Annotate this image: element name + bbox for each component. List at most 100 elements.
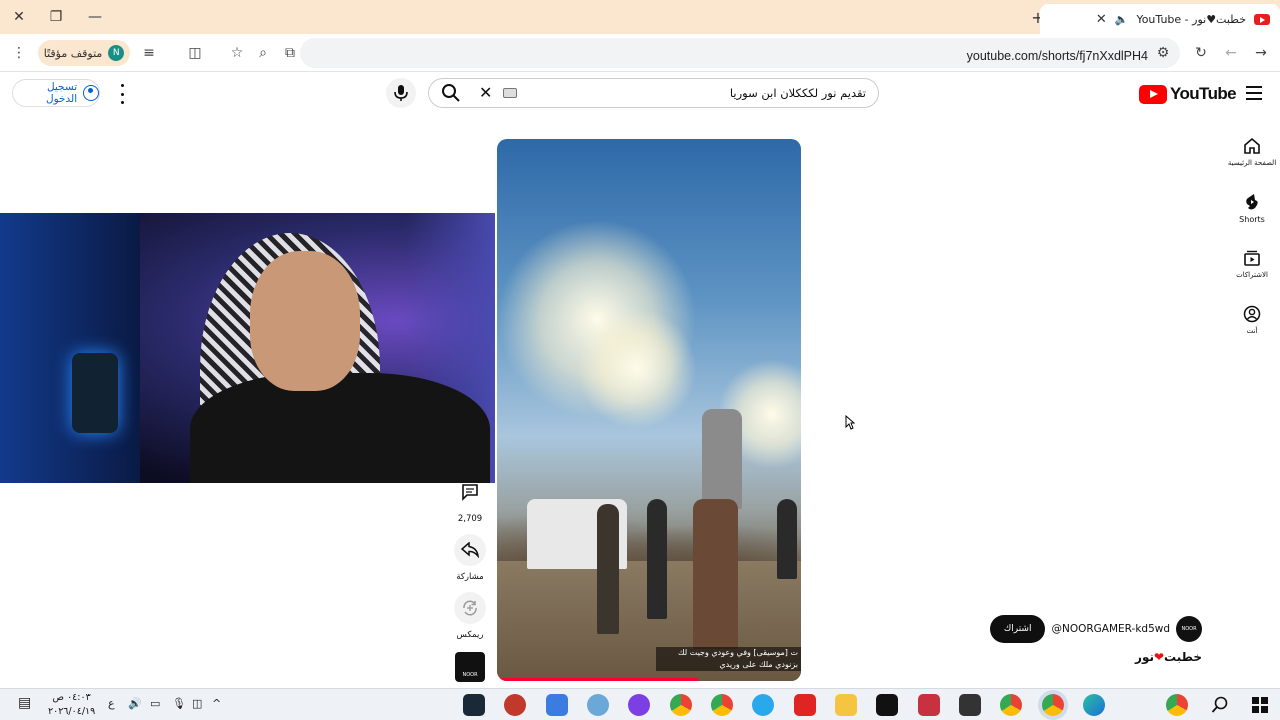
taskbar-search-icon[interactable] [1211,696,1229,714]
remix-label: ريمكس [456,630,484,640]
forward-icon[interactable]: ← [1220,42,1242,64]
tray-app-icon[interactable]: ◫ [192,697,202,710]
share-button[interactable] [454,534,486,566]
account-icon [83,85,99,101]
tiktok-app-icon[interactable] [876,694,898,716]
notifications-icon[interactable]: ▤ [18,695,31,711]
chrome-profile-3-icon[interactable] [1000,694,1022,716]
windows-start-icon[interactable] [1252,697,1268,713]
menu-kebab-icon[interactable]: ⋮ [8,42,30,64]
person [702,409,742,509]
restore-window-icon[interactable]: ❐ [45,6,67,28]
search-icon[interactable] [441,83,461,103]
active-tab[interactable]: خطبت♥نور - YouTube 🔈 ✕ [1040,4,1280,34]
youtube-wordmark: YouTube [1170,84,1237,103]
guide-label: Shorts [1239,214,1265,224]
you-icon [1243,305,1261,323]
bookmark-star-icon[interactable]: ☆ [226,42,248,64]
webcam-overlay [0,213,495,483]
mini-guide: الصفحة الرئيسية Shorts الاشتراكات أنت [1224,124,1280,348]
overlay-microphone [72,353,118,433]
guide-item-shorts[interactable]: Shorts [1224,180,1280,236]
youtube-header: YouTube تقديم نور لكككلان ابن سوريا ✕ تس… [0,72,1280,116]
close-window-icon[interactable]: ✕ [8,6,30,28]
volume-icon[interactable]: 🔊 [128,697,142,710]
show-hidden-icons[interactable]: ^ [212,697,221,710]
overlay-person [170,233,490,483]
clear-search-icon[interactable]: ✕ [479,83,492,102]
search-query-text: تقديم نور لكككلان ابن سوريا [729,86,866,100]
minimize-window-icon[interactable]: — [84,6,106,28]
person [693,499,738,649]
reload-icon[interactable]: ↻ [1190,42,1212,64]
tab-audio-icon[interactable]: 🔈 [1115,13,1129,26]
address-bar[interactable]: youtube.com/shorts/fj7nXxdlPH4 ⚙ [300,38,1180,68]
chrome-profile-2-icon[interactable] [711,694,733,716]
youtube-logo[interactable]: YouTube [1139,84,1237,104]
short-actions: 2,709 مشاركة ريمكس NOOR [450,476,490,682]
voice-search-button[interactable] [386,78,416,108]
sign-in-label: تسجيل الدخول [45,81,78,105]
clock[interactable]: ٠٤:٠٣ ص ٢٠٢٦/٠٤/١٩ [48,691,95,719]
chrome-active-icon[interactable] [1042,694,1064,716]
remix-button[interactable] [454,592,486,624]
sign-in-button[interactable]: تسجيل الدخول [12,79,100,107]
three-app-icon[interactable] [546,694,568,716]
channel-row: NOOR @NOORGAMER-kd5wd اشتراك [989,615,1202,643]
tab-close-icon[interactable]: ✕ [1096,12,1107,27]
guide-item-you[interactable]: أنت [1224,292,1280,348]
reading-list-icon[interactable]: ≡ [138,42,160,64]
guide-label: أنت [1246,327,1258,335]
search-input[interactable]: تقديم نور لكككلان ابن سوريا ✕ [428,78,879,108]
input-language[interactable]: ع [108,697,115,710]
guide-item-subscriptions[interactable]: الاشتراكات [1224,236,1280,292]
youtube-favicon-icon [1254,13,1270,25]
network-icon[interactable]: ▭ [150,697,160,710]
p-app-icon[interactable] [918,694,940,716]
overlay-shirt [190,373,490,483]
zoom-icon[interactable]: ⌕ [252,42,274,64]
mic-tray-icon[interactable]: 🎙 [172,697,186,710]
profile-paused-chip[interactable]: N متوقف مؤقتًا [38,40,130,66]
profile-avatar: N [108,45,125,61]
extensions-icon[interactable]: ◫ [184,42,206,64]
sound-thumbnail[interactable]: NOOR [455,652,485,682]
subscribe-button[interactable]: اشتراك [989,615,1046,643]
video-progress-bar[interactable] [497,678,698,681]
channel-handle[interactable]: @NOORGAMER-kd5wd [1051,623,1170,635]
chrome-profile-4-icon[interactable] [1166,694,1188,716]
file-explorer-icon[interactable] [835,694,857,716]
short-video-player[interactable]: ت [موسيقى] وفي وعودي وجيت لك بزنودي ملك … [497,139,801,681]
guide-menu-icon[interactable] [1246,86,1262,100]
edge-app-icon[interactable] [1083,694,1105,716]
steam-app-icon[interactable] [463,694,485,716]
obs-app-icon[interactable] [628,694,650,716]
person [597,504,619,634]
keyboard-icon[interactable] [503,88,517,98]
settings-kebab-icon[interactable] [117,84,127,104]
guide-item-home[interactable]: الصفحة الرئيسية [1224,124,1280,180]
mouse-cursor-icon [845,415,855,430]
channel-avatar[interactable]: NOOR [1176,616,1202,642]
subscriptions-icon [1244,250,1260,266]
browser-tabstrip: ✕ ❐ — + خطبت♥نور - YouTube 🔈 ✕ [0,0,1280,34]
anydesk-app-icon[interactable] [794,694,816,716]
site-settings-icon[interactable]: ⚙ [1152,42,1174,64]
url-text: youtube.com/shorts/fj7nXxdlPH4 [966,49,1148,63]
tool-app-icon[interactable] [587,694,609,716]
video-caption: ت [موسيقى] وفي وعودي وجيت لك بزنودي ملك … [656,647,801,671]
install-app-icon[interactable]: ⧉ [279,42,301,64]
record-app-icon[interactable] [504,694,526,716]
person [777,499,797,579]
youtube-play-icon [1139,84,1167,104]
chrome-app-icon[interactable] [670,694,692,716]
paused-label: متوقف مؤقتًا [43,46,103,60]
clock-time: ٠٤:٠٣ ص [52,692,91,703]
telegram-app-icon[interactable] [752,694,774,716]
tf-app-icon[interactable] [959,694,981,716]
comment-icon [462,484,478,501]
clock-date: ٢٠٢٦/٠٤/١٩ [48,706,96,717]
browser-toolbar: ⋮ ≡ ◫ ☆ ⌕ ⧉ youtube.com/shorts/fj7nXxdlP… [0,34,1280,72]
share-label: مشاركة [456,572,484,582]
back-icon[interactable]: → [1250,42,1272,64]
